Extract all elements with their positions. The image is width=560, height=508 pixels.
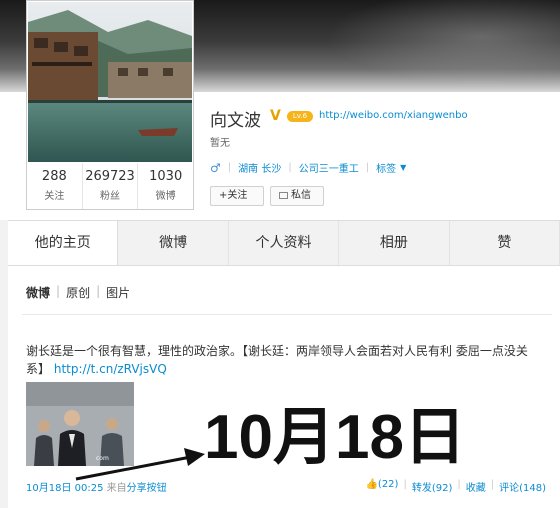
profile-name: 向文波	[210, 111, 261, 131]
stat-label: 微博	[155, 191, 176, 202]
annotation-date-text: 10月18日	[204, 403, 466, 472]
mail-icon	[279, 192, 288, 199]
filter-separator: |	[96, 284, 101, 298]
profile-tabs: 他的主页 微博 个人资料 相册 赞	[8, 220, 560, 266]
message-button[interactable]: 私信	[270, 186, 324, 206]
cover-light	[300, 0, 560, 92]
profile-meta: ♂ | 湖南 长沙 | 公司三一重工 | 标签 ▼	[210, 160, 406, 176]
meta-separator: |	[227, 162, 232, 173]
source-link[interactable]: 分享按钮	[127, 483, 167, 494]
avatar-landscape-image	[28, 2, 192, 162]
action-separator: |	[490, 479, 495, 490]
thumbs-up-icon: 👍	[365, 479, 378, 490]
avatar-photo[interactable]	[28, 2, 192, 162]
post-actions: 👍(22) | 转发(92) | 收藏 | 评论(148)	[365, 479, 546, 494]
stat-value: 1030	[149, 169, 183, 184]
svg-text:com: com	[96, 455, 109, 462]
filter-separator: |	[56, 284, 61, 298]
follow-button[interactable]: +关注	[210, 186, 264, 206]
favorite-button[interactable]: 收藏	[466, 479, 486, 494]
action-separator: |	[457, 479, 461, 490]
stat-followers[interactable]: 269723 粉丝	[83, 163, 139, 209]
filter-original[interactable]: 原创	[66, 284, 90, 301]
stat-label: 关注	[44, 191, 65, 202]
filter-all[interactable]: 微博	[26, 284, 50, 301]
like-count: (22)	[377, 479, 399, 490]
post-time-link[interactable]: 00:25	[75, 483, 104, 494]
stat-following[interactable]: 288 关注	[27, 163, 83, 209]
meta-separator: |	[365, 162, 370, 173]
tab-profile-info[interactable]: 个人资料	[229, 221, 340, 265]
comment-button[interactable]: 评论(148)	[499, 479, 546, 494]
tags-link[interactable]: 标签	[376, 160, 396, 175]
profile-stats: 288 关注 269723 粉丝 1030 微博	[27, 163, 193, 209]
post-meta: 10月18日 00:25 来自分享按钮	[26, 479, 167, 494]
divider	[22, 314, 552, 315]
tab-likes[interactable]: 赞	[450, 221, 560, 265]
message-label: 私信	[291, 190, 311, 201]
company-link[interactable]: 公司三一重工	[299, 160, 359, 175]
filter-images[interactable]: 图片	[106, 284, 130, 301]
stat-value: 288	[41, 169, 67, 184]
stat-label: 粉丝	[100, 191, 120, 202]
male-gender-icon: ♂	[210, 160, 221, 175]
location-link[interactable]: 湖南 长沙	[238, 160, 281, 175]
repost-button[interactable]: 转发(92)	[412, 479, 453, 494]
stat-posts[interactable]: 1030 微博	[138, 163, 193, 209]
tab-weibo[interactable]: 微博	[118, 221, 229, 265]
tab-home[interactable]: 他的主页	[8, 221, 119, 265]
verified-icon[interactable]: V	[270, 109, 284, 123]
post-date-link[interactable]: 10月18日	[26, 483, 71, 494]
avatar-card: 288 关注 269723 粉丝 1030 微博	[26, 0, 194, 210]
post-body: 谢长廷是一个很有智慧，理性的政治家。【谢长廷：两岸领导人会面若对人民有利 委屈一…	[26, 342, 546, 378]
tab-album[interactable]: 相册	[339, 221, 450, 265]
action-separator: |	[403, 479, 407, 490]
post-photo-image: com	[26, 382, 134, 466]
post-thumbnail[interactable]: com	[26, 382, 134, 466]
meta-separator: |	[288, 162, 292, 173]
profile-description: 暂无	[210, 138, 230, 149]
chevron-down-icon[interactable]: ▼	[400, 163, 406, 172]
level-badge[interactable]: Lv.6	[287, 111, 313, 122]
follow-label: +关注	[219, 190, 248, 201]
source-prefix: 来自	[106, 483, 127, 494]
like-button[interactable]: 👍(22)	[365, 479, 398, 494]
post-link[interactable]: http://t.cn/zRVjsVQ	[54, 362, 167, 376]
profile-url-link[interactable]: http://weibo.com/xiangwenbo	[319, 110, 468, 121]
stat-value: 269723	[85, 169, 135, 184]
feed-filter: 微博 | 原创 | 图片	[26, 284, 130, 301]
